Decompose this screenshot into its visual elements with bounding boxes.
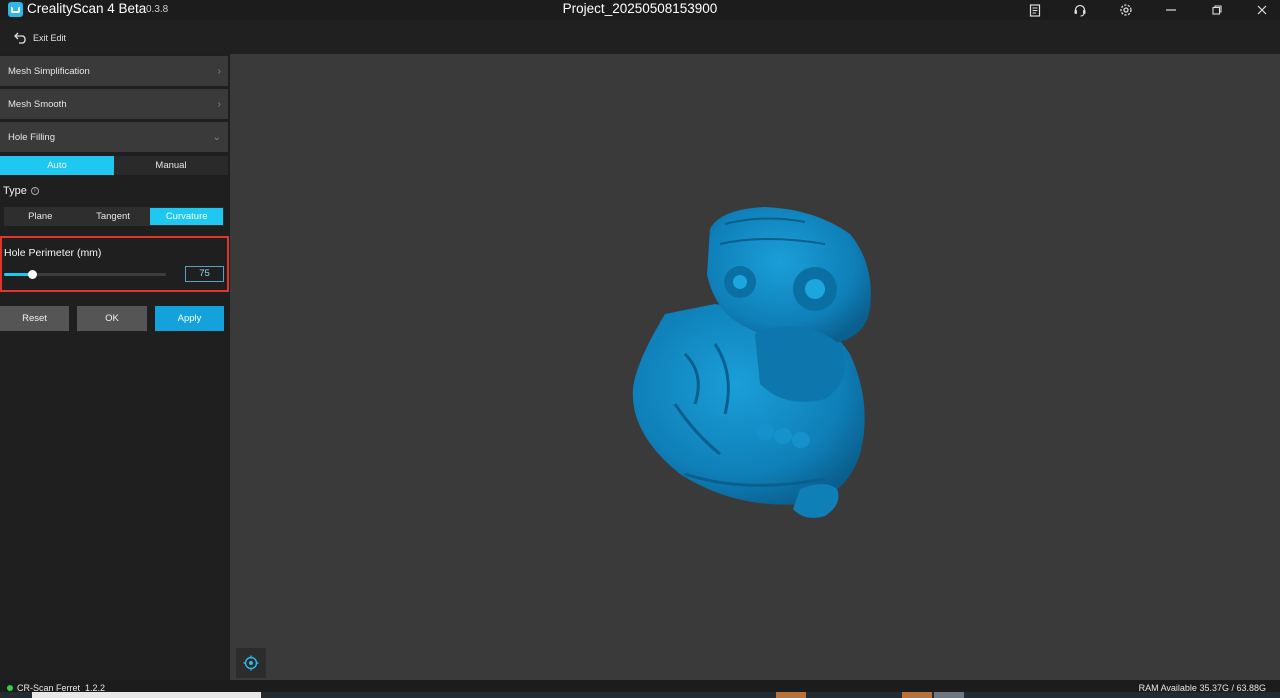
chevron-right-icon: › (217, 65, 221, 77)
section-mesh-smooth[interactable]: Mesh Smooth › (0, 89, 228, 119)
close-icon[interactable] (1254, 2, 1270, 18)
hole-perimeter-input[interactable]: 75 (185, 266, 224, 282)
taskbar-segment (934, 692, 964, 698)
mode-tabs: Auto Manual (0, 156, 228, 175)
app-version: 0.3.8 (146, 4, 169, 15)
edit-panel: Mesh Simplification › Mesh Smooth › Hole… (0, 54, 230, 680)
taskbar-segment (902, 692, 932, 698)
section-hole-filling[interactable]: Hole Filling ⌄ (0, 122, 228, 152)
type-label: Type (3, 185, 27, 197)
restore-icon[interactable] (1209, 2, 1225, 18)
info-icon[interactable]: i (30, 187, 39, 195)
type-tabs: Plane Tangent Curvature (4, 207, 224, 226)
tab-manual[interactable]: Manual (114, 156, 228, 175)
apply-button[interactable]: Apply (155, 306, 224, 331)
section-label: Mesh Simplification (8, 65, 90, 77)
undo-arrow-icon (14, 32, 26, 44)
title-bar: CrealityScan 4 Beta 0.3.8 Project_202505… (0, 0, 1280, 20)
exit-edit-label: Exit Edit (33, 33, 67, 43)
3d-viewport[interactable] (230, 54, 1280, 680)
type-heading: Type i (3, 185, 39, 197)
hole-perimeter-group: Hole Perimeter (mm) 75 (0, 236, 229, 292)
type-curvature-option[interactable]: Curvature (150, 208, 224, 225)
support-headset-icon[interactable] (1072, 2, 1088, 18)
app-logo-icon (8, 2, 23, 17)
ok-button[interactable]: OK (77, 306, 147, 331)
locate-view-button[interactable] (236, 648, 266, 678)
type-plane-option[interactable]: Plane (4, 207, 77, 226)
hole-perimeter-slider[interactable] (4, 270, 166, 279)
settings-gear-icon[interactable] (1118, 2, 1134, 18)
owl-mesh-model[interactable] (625, 204, 885, 524)
chevron-right-icon: › (217, 98, 221, 110)
crosshair-target-icon (243, 655, 259, 671)
reset-button[interactable]: Reset (0, 306, 69, 331)
notes-icon[interactable] (1027, 2, 1043, 18)
connection-status-icon (7, 685, 13, 691)
taskbar-strip (0, 692, 1280, 698)
section-mesh-simplification[interactable]: Mesh Simplification › (0, 56, 228, 86)
exit-edit-button[interactable]: Exit Edit (14, 29, 66, 47)
chevron-down-icon: ⌄ (212, 131, 221, 143)
toolbar: Exit Edit (0, 20, 1280, 54)
slider-thumb[interactable] (27, 270, 37, 279)
section-label: Hole Filling (8, 131, 55, 143)
tab-auto[interactable]: Auto (0, 156, 114, 175)
minimize-icon[interactable] (1163, 2, 1179, 18)
section-label: Mesh Smooth (8, 98, 67, 110)
taskbar-segment (32, 692, 261, 698)
type-tangent-option[interactable]: Tangent (77, 207, 150, 226)
hole-perimeter-label: Hole Perimeter (mm) (4, 247, 102, 259)
project-title: Project_20250508153900 (562, 1, 718, 16)
app-name: CrealityScan 4 Beta (27, 1, 147, 16)
taskbar-segment (776, 692, 806, 698)
